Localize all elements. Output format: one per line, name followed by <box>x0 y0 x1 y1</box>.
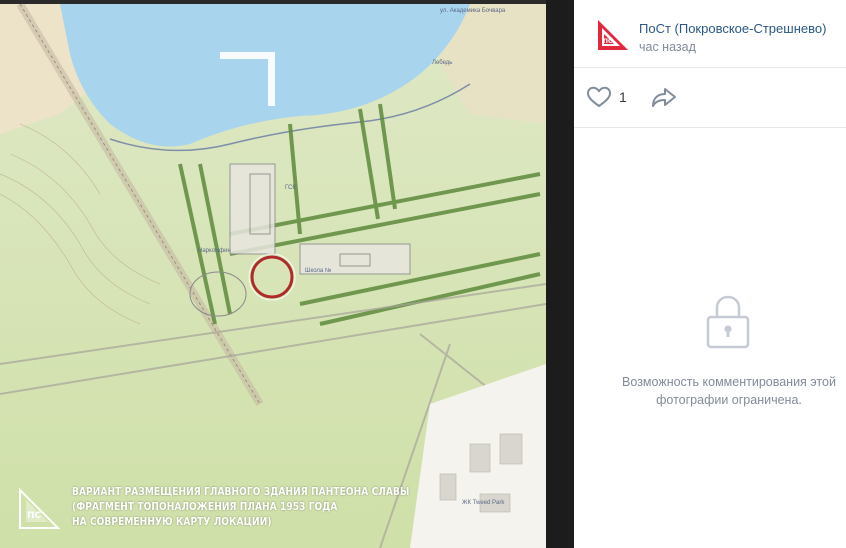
closed-message-line-1: Возможность комментирования этой <box>622 375 836 389</box>
caption-line-2: (ФРАГМЕНТ ТОПОНАЛОЖЕНИЯ ПЛАНА 1953 ГОДА <box>72 501 338 513</box>
author-link[interactable]: ПоСт (Покровское-Стрешнево) <box>639 21 826 36</box>
closed-message-line-2: фотографии ограничена. <box>656 393 802 407</box>
share-icon[interactable] <box>650 84 678 110</box>
photo-viewer[interactable]: Лебедь Наркомфин Школа № ЖК Tweed Park Г… <box>0 4 546 548</box>
comments-closed-message: Возможность комментирования этой фотогра… <box>604 373 846 409</box>
map-label-1: Лебедь <box>432 60 452 66</box>
svg-text:ПС: ПС <box>603 38 613 45</box>
like-button[interactable]: 1 <box>586 84 627 110</box>
lock-icon <box>706 295 750 349</box>
heart-icon <box>587 86 611 107</box>
map-label-5: ГСК <box>285 185 296 191</box>
comments-closed-area: Возможность комментирования этой фотогра… <box>574 128 846 548</box>
avatar[interactable]: ПС <box>596 18 630 52</box>
map-photo: Лебедь Наркомфин Школа № ЖК Tweed Park Г… <box>0 4 546 548</box>
side-panel: ПС ПоСт (Покровское-Стрешнево) час назад… <box>574 0 846 548</box>
caption-text: ВАРИАНТ РАЗМЕЩЕНИЯ ГЛАВНОГО ЗДАНИЯ ПАНТЕ… <box>72 485 409 530</box>
like-count: 1 <box>619 89 627 105</box>
photo-caption: ПС ВАРИАНТ РАЗМЕЩЕНИЯ ГЛАВНОГО ЗДАНИЯ ПА… <box>18 482 418 542</box>
svg-text:ПС: ПС <box>27 511 42 521</box>
map-label-3: Школа № <box>305 267 331 274</box>
post-time[interactable]: час назад <box>639 40 696 54</box>
post-actions: 1 <box>574 68 846 128</box>
caption-line-1: ВАРИАНТ РАЗМЕЩЕНИЯ ГЛАВНОГО ЗДАНИЯ ПАНТЕ… <box>72 486 410 498</box>
post-header: ПС ПоСт (Покровское-Стрешнево) час назад <box>574 4 846 68</box>
map-label-6: ул. Академика Бочвара <box>440 8 506 14</box>
post-logo-icon: ПС <box>19 488 60 529</box>
caption-line-3: НА СОВРЕМЕННУЮ КАРТУ ЛОКАЦИИ) <box>72 516 272 528</box>
map-label-2: Наркомфин <box>198 248 231 254</box>
map-label-4: ЖК Tweed Park <box>462 500 505 506</box>
viewer-gutter <box>546 0 574 548</box>
